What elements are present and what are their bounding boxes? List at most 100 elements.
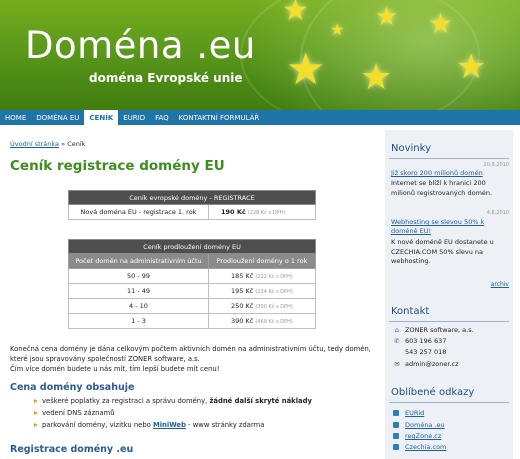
intro-paragraph: Konečná cena domény je dána celkovým poč… <box>10 344 372 374</box>
header-banner: Doména .eu doména Evropské unie ★ ★ ★ ★ … <box>0 0 520 110</box>
nav-contact-form[interactable]: KONTAKTNÍ FORMULÁŘ <box>174 110 265 125</box>
table-cell-count: 1 - 3 <box>68 313 209 329</box>
price-vat: (234 Kč s DPH) <box>255 289 293 295</box>
intro-line: které jsou spravovány společností ZONER … <box>10 355 200 363</box>
table-caption: Ceník evropské domény - REGISTRACE <box>68 190 316 205</box>
includes-heading: Cena domény obsahuje <box>10 382 135 393</box>
link-icon <box>393 422 399 428</box>
news-date: 20.8.2010 <box>483 162 509 168</box>
table-row: 4 - 10 250 Kč (300 Kč s DPH) <box>68 298 316 314</box>
news-heading: Novinky <box>391 143 431 154</box>
list-item-bold: žádné další skryté náklady <box>209 397 312 405</box>
list-item-text: veškeré poplatky za registraci a správu … <box>42 397 210 405</box>
star-icon: ★ <box>375 2 399 32</box>
price-vat: (228 Kč s DPH) <box>247 210 286 216</box>
favorite-link-label[interactable]: EURid <box>405 409 424 417</box>
intro-line: Čím více domén budete u nás mít, tím lep… <box>10 365 220 373</box>
favorite-link-label[interactable]: regZone.cz <box>405 432 441 440</box>
favorite-link-label[interactable]: Doména .eu <box>405 421 445 429</box>
link-icon <box>393 410 399 416</box>
favorites-heading: Oblíbené odkazy <box>391 387 475 398</box>
news-text: K nové doméně EU dostanete u CZECHIA.COM… <box>391 238 494 265</box>
table-cell-price: 390 Kč (468 Kč s DPH) <box>208 313 316 329</box>
contact-email: ✉ admin@zoner.cz <box>393 360 459 368</box>
star-icon: ★ <box>456 47 487 87</box>
divider <box>389 402 509 403</box>
divider <box>389 321 509 322</box>
table-row: 50 - 99 185 Kč (222 Kč s DPH) <box>68 268 316 284</box>
table-caption: Ceník prodloužení domény EU <box>68 239 316 254</box>
price-value: 185 Kč <box>231 272 254 280</box>
news-text: Internet se blíží k hranici 200 milionů … <box>391 179 493 197</box>
sidebar: Novinky 20.8.2010 Již skoro 200 milionů … <box>385 130 513 459</box>
site-subtitle: doména Evropské unie <box>89 71 243 85</box>
star-icon: ★ <box>330 20 345 39</box>
price-value: 250 Kč <box>231 302 254 310</box>
miniweb-link[interactable]: MiniWeb <box>153 421 186 429</box>
contact-heading: Kontakt <box>391 306 430 317</box>
contact-phone-text: 603 196 637 <box>405 337 447 345</box>
nav-cenik[interactable]: CENÍK <box>84 110 119 125</box>
star-icon: ★ <box>282 0 309 28</box>
nav-domena-eu[interactable]: DOMÉNA EU <box>31 110 84 125</box>
nav-eurid[interactable]: EURID <box>118 110 150 125</box>
contact-phone-text: 543 257 018 <box>405 348 447 356</box>
table-cell-price: 190 Kč (228 Kč s DPH) <box>208 204 316 220</box>
breadcrumb-separator: » <box>61 140 66 148</box>
list-item: parkování domény, vizitku nebo MiniWeb -… <box>34 419 312 431</box>
nav-home[interactable]: HOME <box>0 110 31 125</box>
table-row: 1 - 3 390 Kč (468 Kč s DPH) <box>68 313 316 329</box>
includes-list: veškeré poplatky za registraci a správu … <box>34 395 312 431</box>
table-cell-price: 185 Kč (222 Kč s DPH) <box>208 268 316 284</box>
contact-phone: 543 257 018 <box>393 348 446 356</box>
news-archive-link[interactable]: archiv <box>491 281 509 288</box>
registration-heading: Registrace domény .eu <box>10 444 134 455</box>
favorite-link[interactable]: Doména .eu <box>393 421 445 429</box>
phone-icon: ✆ <box>394 337 400 345</box>
contact-phone: ✆ 603 196 637 <box>393 337 446 345</box>
price-vat: (222 Kč s DPH) <box>255 274 293 280</box>
table-header: Prodloužení domény o 1 rok <box>208 253 316 269</box>
table-cell-count: 11 - 49 <box>68 283 209 299</box>
news-title-link[interactable]: Webhosting se slevou 50% k doméně EU! <box>391 218 509 236</box>
table-cell-price: 250 Kč (300 Kč s DPH) <box>208 298 316 314</box>
favorite-link[interactable]: EURid <box>393 409 424 417</box>
table-cell-count: 50 - 99 <box>68 268 209 284</box>
table-cell-price: 195 Kč (234 Kč s DPH) <box>208 283 316 299</box>
contact-email-text[interactable]: admin@zoner.cz <box>405 360 459 368</box>
page-title: Ceník registrace domény EU <box>10 158 225 174</box>
price-value: 190 Kč <box>221 208 246 216</box>
star-icon: ★ <box>360 57 393 98</box>
breadcrumb: Úvodní stránka » Ceník <box>10 140 85 148</box>
table-header: Počet domén na administrativním účtu <box>68 253 209 269</box>
star-icon: ★ <box>286 44 326 95</box>
list-item-text: parkování domény, vizitku nebo <box>42 421 153 429</box>
table-cell-count: 4 - 10 <box>68 298 209 314</box>
list-item: vedení DNS záznamů <box>34 407 312 419</box>
mail-icon: ✉ <box>394 360 400 368</box>
breadcrumb-current: Ceník <box>67 140 86 148</box>
intro-line: Konečná cena domény je dána celkovým poč… <box>10 345 371 353</box>
main-nav: HOME DOMÉNA EU CENÍK EURID FAQ KONTAKTNÍ… <box>0 110 520 125</box>
registration-price-table: Ceník evropské domény - REGISTRACE Nová … <box>68 190 316 220</box>
site-title: Doména .eu <box>25 24 256 67</box>
divider <box>389 158 509 159</box>
table-row: Nová doména EU - registrace 1. rok 190 K… <box>68 204 316 220</box>
favorite-link[interactable]: Czechia.com <box>393 443 446 451</box>
table-cell-label: Nová doména EU - registrace 1. rok <box>68 204 209 220</box>
favorite-link-label[interactable]: Czechia.com <box>405 443 446 451</box>
list-item-text: - www stránky zdarma <box>185 421 265 429</box>
breadcrumb-home-link[interactable]: Úvodní stránka <box>10 140 59 148</box>
link-icon <box>393 444 399 450</box>
price-value: 390 Kč <box>231 317 254 325</box>
renewal-price-table: Ceník prodloužení domény EU Počet domén … <box>68 239 316 329</box>
favorite-link[interactable]: regZone.cz <box>393 432 441 440</box>
price-value: 195 Kč <box>231 287 254 295</box>
news-date: 4.8.2010 <box>486 210 509 216</box>
price-vat: (300 Kč s DPH) <box>255 304 293 310</box>
nav-faq[interactable]: FAQ <box>150 110 174 125</box>
news-title-link[interactable]: Již skoro 200 milionů domén <box>391 169 509 178</box>
star-icon: ★ <box>428 7 454 40</box>
link-icon <box>393 433 399 439</box>
price-vat: (468 Kč s DPH) <box>255 319 293 325</box>
